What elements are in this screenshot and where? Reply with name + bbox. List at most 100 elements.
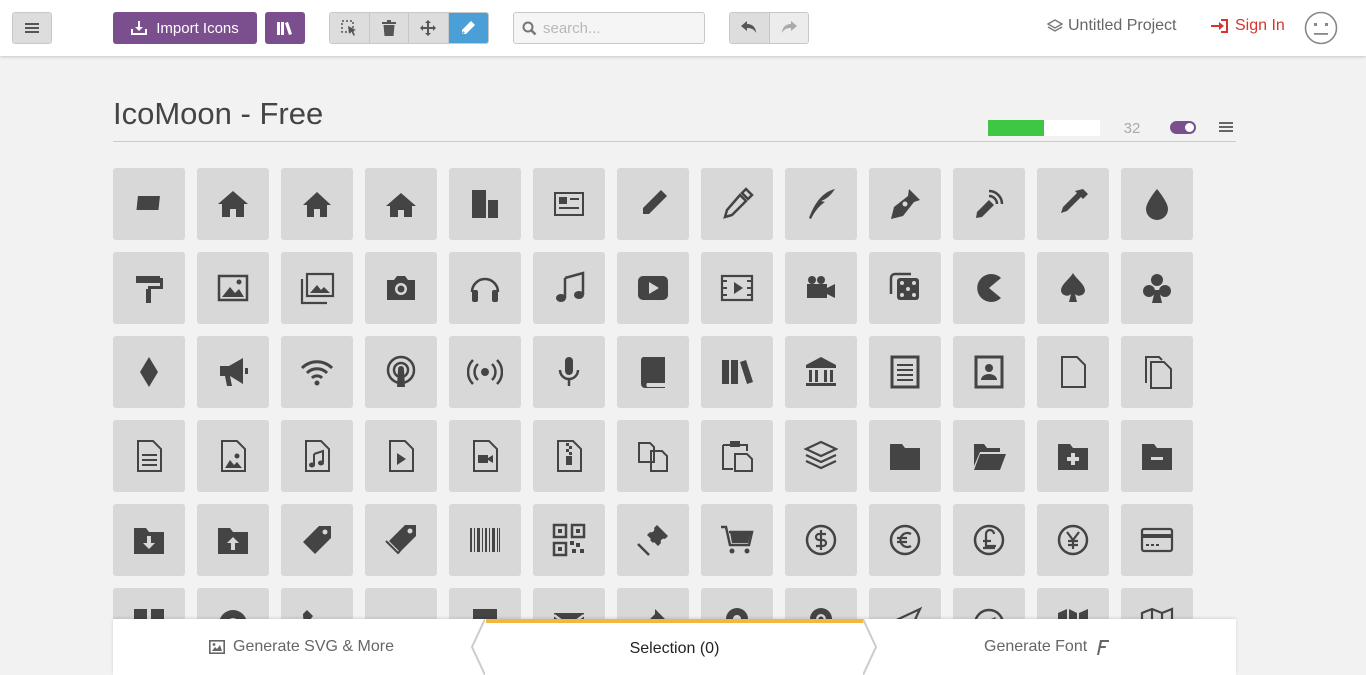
hamburger-icon — [25, 23, 39, 33]
icon-tile[interactable] — [365, 420, 437, 492]
icon-tile[interactable] — [1121, 252, 1193, 324]
icon-tile[interactable] — [617, 336, 689, 408]
diamonds-icon — [140, 357, 158, 387]
icon-tile[interactable] — [1121, 420, 1193, 492]
icon-tile[interactable] — [869, 252, 941, 324]
icon-tile[interactable] — [449, 252, 521, 324]
icon-tile[interactable] — [1121, 504, 1193, 576]
icon-tile[interactable] — [1037, 420, 1109, 492]
trash-icon — [381, 20, 396, 36]
icon-tile[interactable] — [617, 420, 689, 492]
select-tool-button[interactable] — [330, 13, 370, 43]
icon-tile[interactable] — [869, 336, 941, 408]
images-icon — [300, 272, 335, 305]
set-toggle-switch[interactable] — [1170, 121, 1196, 134]
icon-tile[interactable] — [533, 420, 605, 492]
icon-tile[interactable] — [701, 252, 773, 324]
icon-tile[interactable] — [197, 252, 269, 324]
icon-tile[interactable] — [953, 336, 1025, 408]
icon-tile[interactable] — [197, 504, 269, 576]
icon-tile[interactable] — [701, 420, 773, 492]
icon-tile[interactable] — [869, 504, 941, 576]
icon-tile[interactable] — [365, 168, 437, 240]
icon-tile[interactable] — [197, 420, 269, 492]
icon-tile[interactable] — [1037, 252, 1109, 324]
icon-tile[interactable] — [1037, 504, 1109, 576]
select-cursor-icon — [341, 20, 357, 36]
icon-tile[interactable] — [617, 504, 689, 576]
edit-tool-button[interactable] — [448, 13, 488, 43]
icon-tile[interactable] — [701, 504, 773, 576]
icon-count: 32 — [1123, 120, 1141, 137]
icon-tile[interactable] — [113, 252, 185, 324]
delete-tool-button[interactable] — [369, 13, 409, 43]
icon-tile[interactable] — [701, 336, 773, 408]
sign-in-icon — [1211, 19, 1228, 33]
icon-tile[interactable] — [281, 420, 353, 492]
icon-tile[interactable] — [281, 168, 353, 240]
icon-tile[interactable] — [785, 504, 857, 576]
icon-tile[interactable] — [365, 252, 437, 324]
icon-tile[interactable] — [281, 504, 353, 576]
icon-tile[interactable] — [449, 420, 521, 492]
icon-tile[interactable] — [785, 168, 857, 240]
icon-tile[interactable] — [281, 252, 353, 324]
icon-tile[interactable] — [113, 336, 185, 408]
icon-tile[interactable] — [785, 252, 857, 324]
user-avatar[interactable] — [1304, 11, 1338, 45]
icon-tile[interactable] — [113, 420, 185, 492]
icon-tile[interactable] — [869, 420, 941, 492]
generate-svg-tab[interactable]: Generate SVG & More — [209, 619, 394, 675]
project-menu[interactable]: Untitled Project — [1047, 17, 1177, 35]
icon-tile[interactable] — [113, 504, 185, 576]
icon-tile[interactable] — [1037, 336, 1109, 408]
icon-tile[interactable] — [1037, 168, 1109, 240]
icon-tile[interactable] — [1121, 336, 1193, 408]
selection-tab[interactable]: Selection (0) — [486, 619, 863, 675]
generate-font-tab[interactable]: Generate Font — [984, 619, 1110, 675]
icon-tile[interactable] — [533, 168, 605, 240]
undo-icon — [741, 21, 757, 33]
icon-tile[interactable] — [953, 252, 1025, 324]
icon-tile[interactable] — [197, 168, 269, 240]
icon-tile[interactable] — [617, 168, 689, 240]
icon-tile[interactable] — [785, 420, 857, 492]
icon-tile[interactable] — [533, 336, 605, 408]
import-icons-button[interactable]: Import Icons — [113, 12, 257, 44]
icon-tile[interactable] — [617, 252, 689, 324]
icon-tile[interactable] — [701, 168, 773, 240]
icon-tile[interactable] — [365, 504, 437, 576]
icon-tile[interactable] — [1121, 168, 1193, 240]
icon-tile[interactable] — [869, 168, 941, 240]
search-icon — [522, 21, 537, 35]
icon-tile[interactable] — [449, 168, 521, 240]
pencil-edit-icon — [462, 21, 476, 34]
camera-icon — [387, 276, 415, 300]
undo-button[interactable] — [730, 13, 769, 43]
icon-tile[interactable] — [449, 336, 521, 408]
icon-tile[interactable] — [113, 168, 185, 240]
main-menu-button[interactable] — [12, 12, 52, 44]
set-menu-button[interactable] — [1219, 121, 1237, 135]
icon-tile[interactable] — [785, 336, 857, 408]
profile-icon — [974, 355, 1004, 389]
icon-tile[interactable] — [953, 168, 1025, 240]
headphones-icon — [470, 277, 500, 302]
icon-tile[interactable] — [533, 252, 605, 324]
icon-tile[interactable] — [281, 336, 353, 408]
sign-in-link[interactable]: Sign In — [1211, 17, 1285, 35]
icon-tile[interactable] — [449, 504, 521, 576]
file-play-icon — [389, 440, 414, 472]
icon-library-button[interactable] — [265, 12, 305, 44]
image-icon — [209, 640, 225, 654]
redo-button[interactable] — [768, 13, 808, 43]
move-tool-button[interactable] — [409, 13, 449, 43]
icon-tile[interactable] — [197, 336, 269, 408]
icon-tile[interactable] — [533, 504, 605, 576]
icon-tile[interactable] — [953, 504, 1025, 576]
icon-tile[interactable] — [953, 420, 1025, 492]
search-input[interactable] — [543, 19, 693, 37]
icon-tile[interactable] — [365, 336, 437, 408]
ticket-icon — [637, 525, 668, 556]
file-picture-icon — [221, 440, 246, 472]
